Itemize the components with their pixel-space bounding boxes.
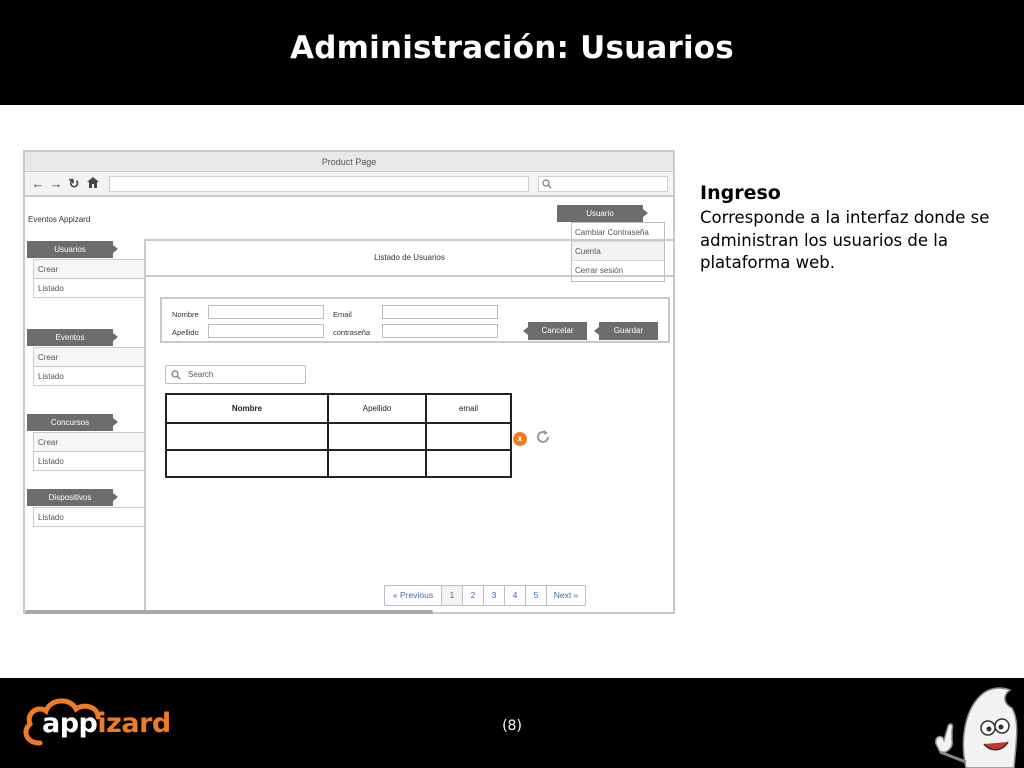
search-icon xyxy=(542,179,552,189)
table-cell xyxy=(165,449,329,478)
pagination-next[interactable]: Next » xyxy=(547,586,585,605)
sidebar-item-eventos-crear[interactable]: Crear xyxy=(33,347,145,367)
description-heading: Ingreso xyxy=(700,182,781,204)
browser-title: Product Page xyxy=(25,152,673,172)
content-title: Listado de Usuarios xyxy=(374,253,445,262)
pagination-page-2[interactable]: 2 xyxy=(463,586,484,605)
email-label: Email xyxy=(333,310,352,319)
refresh-icon[interactable] xyxy=(535,429,551,445)
refresh-icon[interactable]: ↻ xyxy=(66,176,82,192)
search-placeholder: Search xyxy=(188,370,214,379)
content-header: Listado de Usuarios xyxy=(146,239,673,277)
column-header-apellido: Apellido xyxy=(327,393,427,424)
browser-search-input[interactable] xyxy=(538,176,668,192)
table-row[interactable] xyxy=(165,449,512,478)
home-icon[interactable] xyxy=(85,176,101,192)
table-cell xyxy=(425,449,512,478)
sidebar: Usuarios Crear Listado Eventos Crear Lis… xyxy=(25,239,146,610)
table-cell xyxy=(425,422,512,451)
forward-arrow-icon[interactable]: → xyxy=(48,176,64,192)
sidebar-section-concursos[interactable]: Concursos xyxy=(27,414,118,431)
horizontal-scrollbar[interactable] xyxy=(25,610,433,614)
search-icon xyxy=(171,370,181,380)
cancel-button[interactable]: Cancelar xyxy=(523,322,587,340)
sidebar-item-concursos-listado[interactable]: Listado xyxy=(33,451,145,471)
sidebar-section-dispositivos[interactable]: Dispositivos xyxy=(27,489,118,506)
password-label: contraseña xyxy=(333,328,371,337)
sidebar-section-eventos[interactable]: Eventos xyxy=(27,329,118,346)
nombre-label: Nombre xyxy=(172,310,199,319)
table-cell xyxy=(327,449,427,478)
apellido-input[interactable] xyxy=(208,324,324,338)
description-panel: Ingreso Corresponde a la interfaz donde … xyxy=(700,182,1000,275)
delete-icon[interactable]: x xyxy=(513,432,527,446)
pagination-page-1[interactable]: 1 xyxy=(442,586,463,605)
pagination-page-4[interactable]: 4 xyxy=(505,586,526,605)
wizard-mascot-icon xyxy=(934,687,1018,768)
page-number: (8) xyxy=(502,718,522,734)
pagination: « Previous 1 2 3 4 5 Next » xyxy=(384,585,586,606)
password-input[interactable] xyxy=(382,324,498,338)
column-header-nombre: Nombre xyxy=(165,393,329,424)
app-name: Eventos Appizard xyxy=(28,215,91,224)
slide-title: Administración: Usuarios xyxy=(290,30,734,66)
sidebar-item-eventos-listado[interactable]: Listado xyxy=(33,366,145,386)
save-button[interactable]: Guardar xyxy=(594,322,658,340)
sidebar-item-dispositivos-listado[interactable]: Listado xyxy=(33,507,145,527)
description-body: Corresponde a la interfaz donde se admin… xyxy=(700,208,990,272)
pagination-page-3[interactable]: 3 xyxy=(484,586,505,605)
table-cell xyxy=(165,422,329,451)
users-table: Nombre Apellido email xyxy=(165,393,512,478)
sidebar-item-concursos-crear[interactable]: Crear xyxy=(33,432,145,452)
sidebar-section-usuarios[interactable]: Usuarios xyxy=(27,241,118,258)
apellido-label: Apellido xyxy=(172,328,199,337)
email-input[interactable] xyxy=(382,305,498,319)
user-menu-button[interactable]: Usuario xyxy=(557,205,648,222)
nombre-input[interactable] xyxy=(208,305,324,319)
back-arrow-icon[interactable]: ← xyxy=(30,176,46,192)
table-cell xyxy=(327,422,427,451)
column-header-email: email xyxy=(425,393,512,424)
wireframe-browser-window: Product Page ← → ↻ Eventos Appizard Usua… xyxy=(23,150,675,614)
sidebar-item-usuarios-crear[interactable]: Crear xyxy=(33,259,145,279)
browser-navbar: ← → ↻ xyxy=(25,172,673,197)
pagination-page-5[interactable]: 5 xyxy=(526,586,547,605)
table-row[interactable] xyxy=(165,422,512,451)
search-input[interactable]: Search xyxy=(165,365,306,384)
table-header-row: Nombre Apellido email xyxy=(165,393,512,424)
url-input[interactable] xyxy=(109,176,529,192)
sidebar-item-usuarios-listado[interactable]: Listado xyxy=(33,278,145,298)
pagination-previous[interactable]: « Previous xyxy=(385,586,442,605)
user-form: Nombre Apellido Email contraseña Cancela… xyxy=(160,297,670,343)
